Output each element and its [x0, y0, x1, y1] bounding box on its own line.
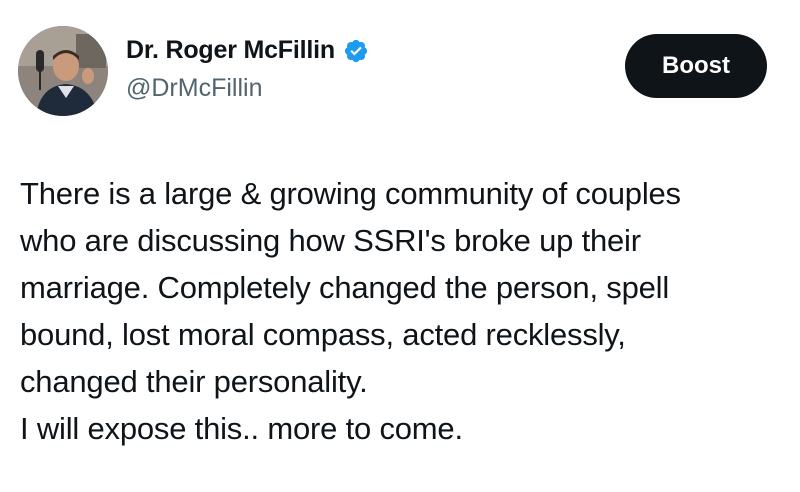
author-name-row: Dr. Roger McFillin — [126, 36, 369, 65]
avatar[interactable] — [18, 26, 108, 116]
author-handle[interactable]: @DrMcFillin — [126, 74, 262, 103]
author-display-name[interactable]: Dr. Roger McFillin — [126, 36, 335, 65]
tweet-card: Dr. Roger McFillin @DrMcFillin Boost The… — [0, 0, 800, 492]
avatar-image — [18, 26, 108, 116]
tweet-text: There is a large & growing community of … — [20, 176, 681, 446]
verified-badge-icon — [343, 38, 369, 64]
boost-button[interactable]: Boost — [625, 34, 767, 98]
